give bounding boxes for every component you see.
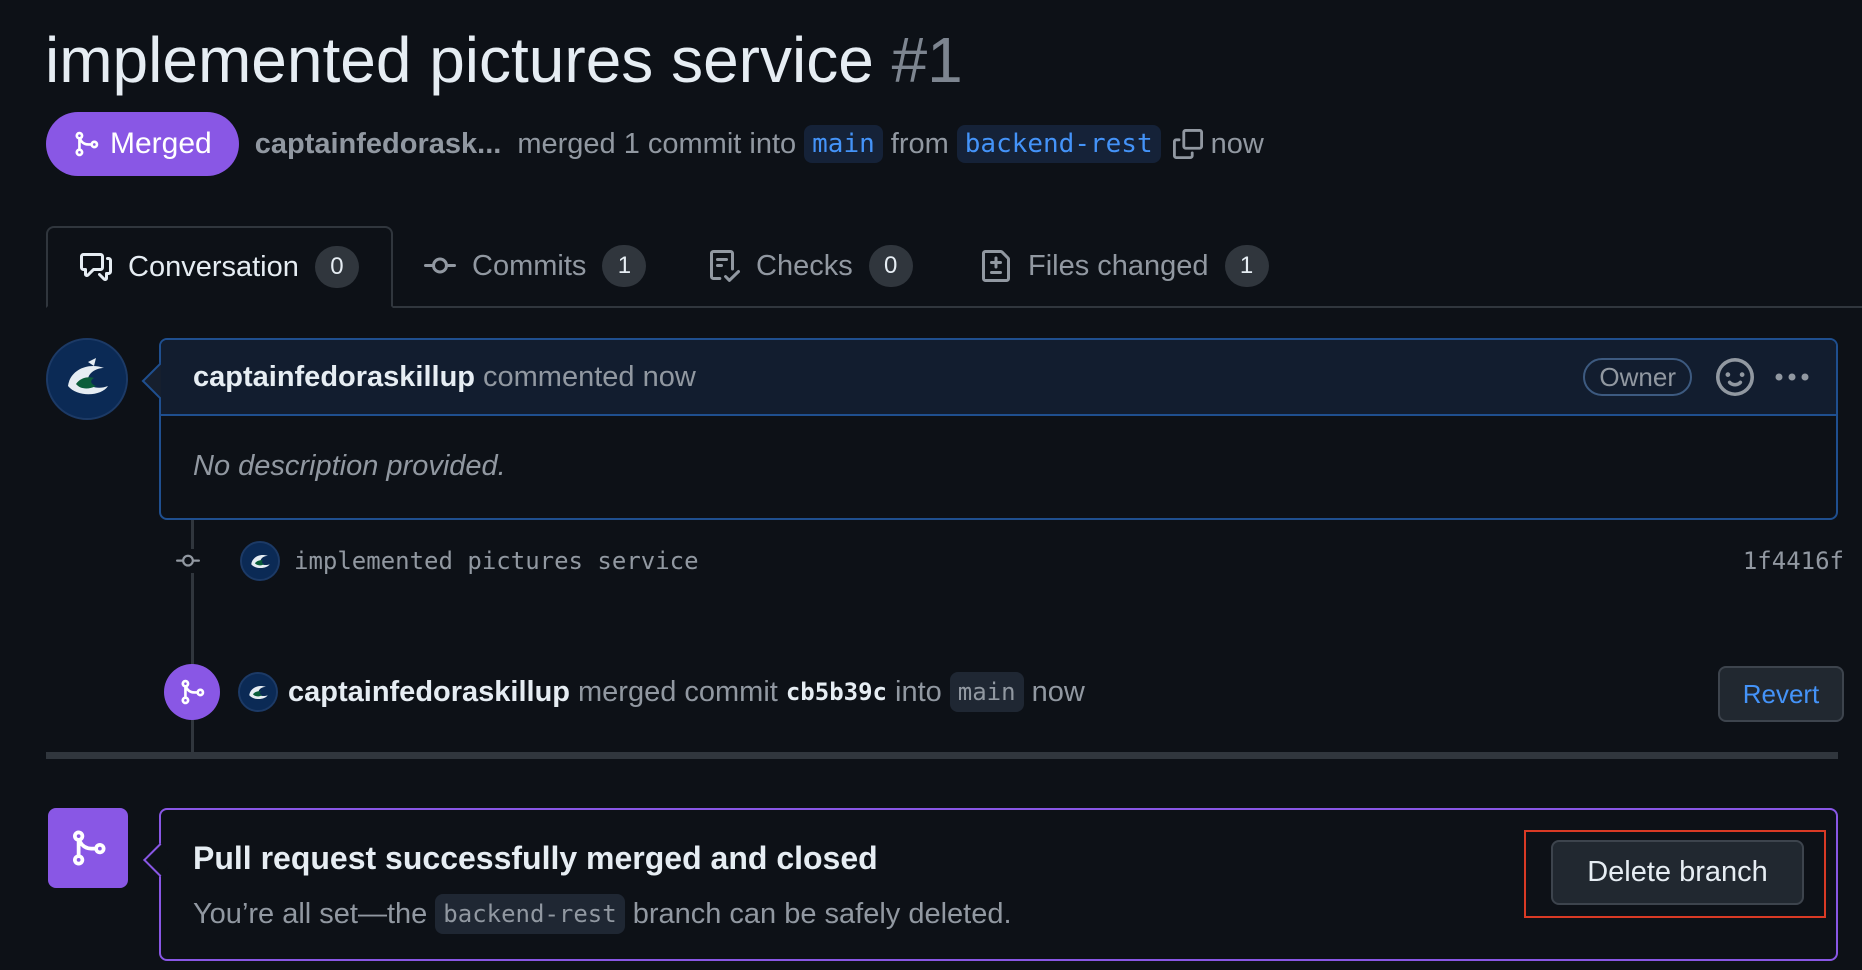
timeline-divider: [46, 752, 1838, 759]
pr-title-text: implemented pictures service: [45, 24, 874, 96]
comment-action: commented now: [483, 360, 696, 393]
checklist-icon: [710, 250, 740, 282]
merge-author-link[interactable]: captainfedoraskillup: [288, 676, 570, 709]
tab-checks[interactable]: Checks 0: [708, 226, 913, 306]
avatar[interactable]: [46, 338, 128, 420]
git-commit-icon: [170, 549, 218, 573]
merge-event-text: merged commit: [578, 675, 778, 708]
merge-time: now: [1210, 127, 1264, 160]
git-merge-icon: [75, 131, 99, 157]
tab-checks-count: 0: [868, 245, 913, 287]
avatar[interactable]: [240, 541, 280, 581]
add-reaction-icon[interactable]: [1716, 358, 1754, 396]
commit-message-link[interactable]: implemented pictures service: [294, 547, 699, 575]
merge-status-title: Pull request successfully merged and clo…: [193, 840, 878, 876]
base-branch-link[interactable]: main: [804, 125, 883, 163]
copy-icon[interactable]: [1172, 129, 1203, 159]
tab-files-changed[interactable]: Files changed 1: [980, 226, 1269, 306]
merged-badge-label: Merged: [110, 127, 212, 160]
head-branch-link[interactable]: backend-rest: [956, 125, 1161, 163]
git-merge-icon: [164, 664, 220, 720]
tab-conversation-label: Conversation: [128, 250, 299, 283]
timeline-commit: implemented pictures service 1f4416f: [170, 535, 1844, 587]
author-link[interactable]: captainfedorask...: [255, 128, 502, 161]
tab-checks-label: Checks: [756, 249, 853, 282]
file-diff-icon: [982, 250, 1010, 282]
revert-button[interactable]: Revert: [1718, 666, 1844, 722]
merge-status-text-after: branch can be safely deleted.: [632, 897, 1012, 930]
comment-discussion-icon: [80, 253, 112, 281]
tab-files-changed-count: 1: [1224, 245, 1269, 287]
kebab-horizontal-icon[interactable]: [1772, 358, 1812, 396]
merge-status-text-before: You’re all set—the: [193, 897, 428, 930]
merged-text: merged 1 commit into: [517, 127, 797, 160]
tab-files-changed-label: Files changed: [1028, 249, 1209, 282]
tab-commits-label: Commits: [472, 249, 587, 282]
merge-into-text: into: [895, 675, 942, 708]
merge-target-branch[interactable]: main: [949, 672, 1024, 712]
pr-tabs: Conversation 0 Commits 1 Checks 0 Files …: [46, 226, 1862, 308]
merged-branch-name[interactable]: backend-rest: [435, 894, 625, 934]
owner-badge: Owner: [1583, 358, 1692, 396]
commit-sha-link[interactable]: 1f4416f: [1743, 547, 1844, 575]
tab-conversation[interactable]: Conversation 0: [46, 226, 393, 308]
comment-body: No description provided.: [193, 450, 506, 482]
from-text: from: [890, 127, 949, 160]
git-commit-icon: [424, 257, 456, 274]
delete-branch-button[interactable]: Delete branch: [1551, 840, 1804, 905]
merge-commit-sha-link[interactable]: cb5b39c: [786, 678, 887, 706]
pr-description-comment: captainfedoraskillup commented now Owner…: [159, 338, 1838, 520]
merged-status-badge: Merged: [46, 112, 239, 176]
comment-author[interactable]: captainfedoraskillup: [193, 361, 475, 394]
tab-conversation-count: 0: [314, 246, 359, 288]
tab-commits-count: 1: [602, 245, 647, 287]
pr-number: #1: [891, 24, 963, 96]
comment-header: captainfedoraskillup commented now Owner: [161, 340, 1836, 416]
timeline-merge-event: captainfedoraskillup merged commit cb5b3…: [164, 662, 1844, 722]
git-merge-icon: [48, 808, 128, 888]
pr-state-row: Merged captainfedorask... merged 1 commi…: [46, 112, 1264, 176]
tab-commits[interactable]: Commits 1: [424, 226, 647, 306]
pr-title: implemented pictures service #1: [45, 22, 963, 98]
merge-event-time: now: [1031, 675, 1085, 708]
avatar[interactable]: [238, 672, 278, 712]
merge-status-subtitle: You’re all set—the backend-rest branch c…: [193, 894, 1012, 934]
